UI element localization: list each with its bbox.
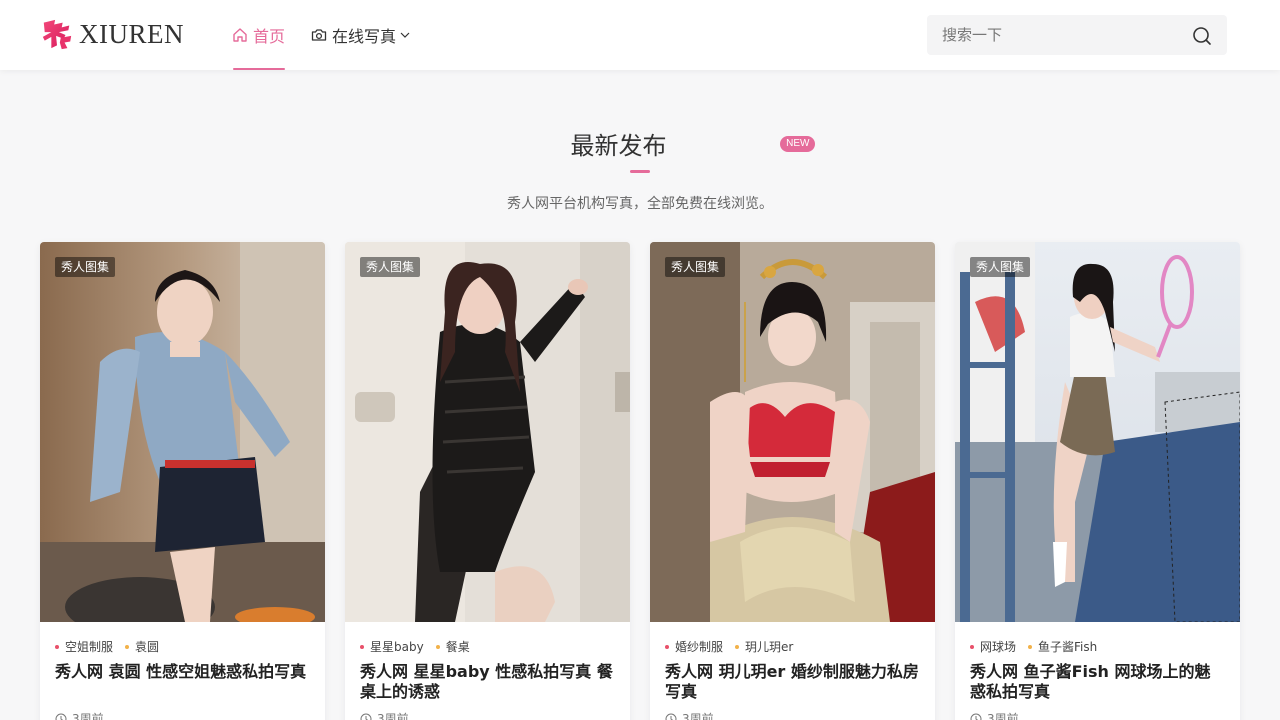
post-title[interactable]: 秀人网 星星baby 性感私拍写真 餐桌上的诱惑 (360, 662, 615, 702)
tag[interactable]: 空姐制服 (55, 638, 113, 655)
post-title[interactable]: 秀人网 玥儿玥er 婚纱制服魅力私房写真 (665, 662, 920, 702)
tag[interactable]: 餐桌 (435, 638, 470, 655)
post-meta: 3周前 (360, 710, 409, 720)
tag[interactable]: 鱼子酱Fish (1028, 638, 1097, 655)
post-meta: 3周前 (55, 710, 104, 720)
site-logo[interactable]: XIUREN (40, 16, 184, 52)
tag[interactable]: 网球场 (970, 638, 1016, 655)
photo-image (955, 242, 1240, 622)
tag-label: 空姐制服 (65, 640, 114, 654)
chevron-down-icon (400, 32, 410, 38)
nav-item-online-photos[interactable]: 在线写真 (311, 0, 411, 70)
post-thumbnail[interactable]: 秀人图集 (650, 242, 935, 622)
tag[interactable]: 婚纱制服 (665, 638, 723, 655)
post-meta: 3周前 (970, 710, 1019, 720)
tag-label: 婚纱制服 (675, 640, 724, 654)
category-badge[interactable]: 秀人图集 (360, 257, 421, 277)
nav-item-home[interactable]: 首页 (232, 0, 286, 70)
logo-text: XIUREN (79, 19, 184, 49)
post-thumbnail[interactable]: 秀人图集 (345, 242, 630, 622)
post-card[interactable]: 秀人图集 空姐制服 袁圆 秀人网 袁圆 性感空姐魅惑私拍写真 3周前 (40, 242, 325, 720)
post-meta: 3周前 (665, 710, 714, 720)
tag-label: 袁圆 (135, 640, 160, 654)
post-time: 3周前 (987, 712, 1019, 720)
logo-mark-icon (42, 19, 72, 50)
tag-dot (55, 644, 59, 649)
nav-item-label: 首页 (253, 27, 286, 46)
tag-label: 餐桌 (445, 640, 470, 654)
category-badge[interactable]: 秀人图集 (970, 257, 1031, 277)
post-thumbnail[interactable]: 秀人图集 (955, 242, 1240, 622)
post-time: 3周前 (682, 712, 714, 720)
tag-dot (125, 644, 130, 649)
post-title[interactable]: 秀人网 袁圆 性感空姐魅惑私拍写真 (55, 662, 310, 682)
tag-dot (435, 644, 440, 649)
tag-list: 星星baby 餐桌 (360, 638, 482, 655)
tag-dot (360, 644, 364, 649)
search-icon[interactable] (1191, 25, 1213, 47)
tag[interactable]: 星星baby (360, 638, 424, 655)
tag-label: 鱼子酱Fish (1038, 640, 1098, 654)
photo-image (345, 242, 630, 622)
tag-dot (1028, 644, 1033, 649)
tag[interactable]: 袁圆 (125, 638, 159, 655)
main-nav: 首页 在线写真 (232, 0, 411, 70)
tag[interactable]: 玥儿玥er (735, 638, 793, 655)
section-title-text: 最新发布 (570, 132, 667, 160)
post-card[interactable]: 秀人图集 网球场 鱼子酱Fish 秀人网 鱼子酱Fish 网球场上的魅惑私拍写真… (955, 242, 1240, 720)
search-input[interactable] (927, 15, 1167, 55)
section-title: 最新发布 NEW (0, 126, 1280, 161)
section-subtitle: 秀人网平台机构写真，全部免费在线浏览。 (507, 196, 773, 212)
tag-label: 星星baby (370, 640, 424, 654)
clock-icon (55, 713, 67, 720)
search-box (927, 15, 1227, 55)
tag-label: 玥儿玥er (745, 640, 794, 654)
nav-item-label: 在线写真 (332, 27, 397, 46)
clock-icon (970, 713, 982, 720)
clock-icon (665, 713, 677, 720)
tag-label: 网球场 (980, 640, 1017, 654)
category-badge[interactable]: 秀人图集 (665, 257, 726, 277)
tag-list: 婚纱制服 玥儿玥er (665, 638, 805, 655)
post-card[interactable]: 秀人图集 婚纱制服 玥儿玥er 秀人网 玥儿玥er 婚纱制服魅力私房写真 3周前 (650, 242, 935, 720)
post-time: 3周前 (72, 712, 104, 720)
photo-image (650, 242, 935, 622)
tag-list: 网球场 鱼子酱Fish (970, 638, 1109, 655)
camera-icon (311, 29, 327, 41)
new-badge: NEW (780, 136, 816, 152)
home-icon (233, 28, 247, 42)
clock-icon (360, 713, 372, 720)
tag-list: 空姐制服 袁圆 (55, 638, 171, 655)
post-time: 3周前 (377, 712, 409, 720)
post-thumbnail[interactable]: 秀人图集 (40, 242, 325, 622)
site-header: XIUREN 首页 在线写真 (0, 0, 1280, 70)
post-title[interactable]: 秀人网 鱼子酱Fish 网球场上的魅惑私拍写真 (970, 662, 1225, 702)
section-title-underline (630, 170, 650, 173)
photo-image (40, 242, 325, 622)
post-card[interactable]: 秀人图集 星星baby 餐桌 秀人网 星星baby 性感私拍写真 餐桌上的诱惑 … (345, 242, 630, 720)
category-badge[interactable]: 秀人图集 (55, 257, 116, 277)
tag-dot (735, 644, 740, 649)
tag-dot (970, 644, 974, 649)
tag-dot (665, 644, 669, 649)
